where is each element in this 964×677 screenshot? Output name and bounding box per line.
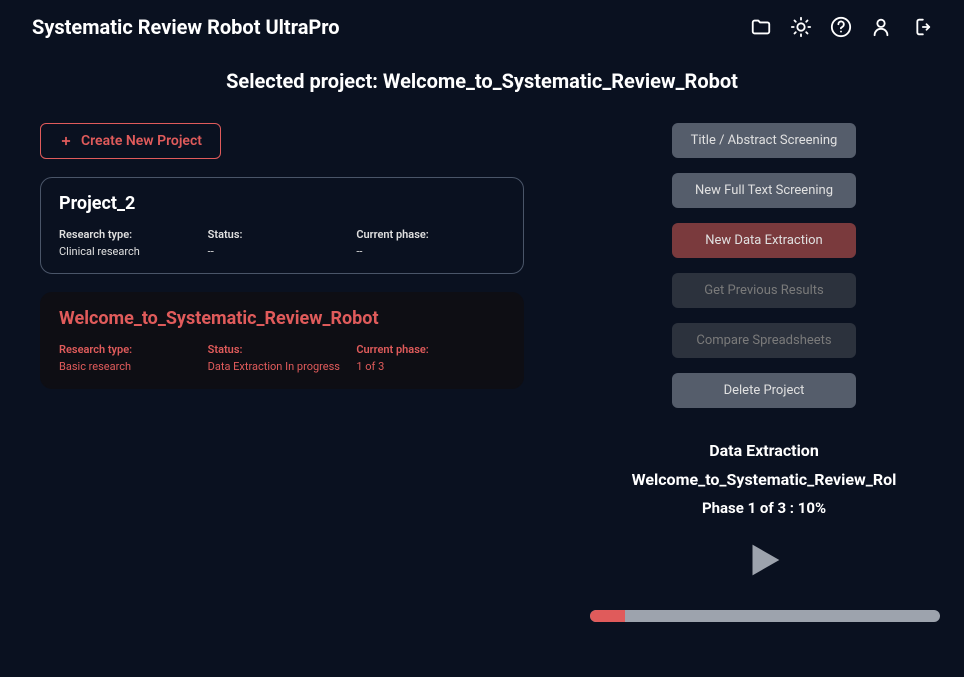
current-phase-value: 1 of 3 bbox=[356, 360, 505, 373]
progress-bar-fill bbox=[590, 610, 625, 622]
project-name: Project_2 bbox=[59, 193, 505, 214]
selected-project-prefix: Selected project: bbox=[226, 69, 383, 93]
selected-project-heading: Selected project: Welcome_to_Systematic_… bbox=[0, 69, 964, 93]
selected-project-name: Welcome_to_Systematic_Review_Robot bbox=[383, 69, 738, 93]
project-card-project-2[interactable]: Project_2 Research type: Clinical resear… bbox=[40, 177, 524, 274]
progress-bar bbox=[590, 610, 940, 622]
current-phase-value: -- bbox=[356, 245, 505, 258]
projects-column: Create New Project Project_2 Research ty… bbox=[40, 123, 524, 613]
project-card-welcome[interactable]: Welcome_to_Systematic_Review_Robot Resea… bbox=[40, 292, 524, 389]
create-project-button[interactable]: Create New Project bbox=[40, 123, 221, 159]
research-type-value: Clinical research bbox=[59, 245, 208, 258]
folder-icon[interactable] bbox=[750, 16, 772, 38]
play-icon bbox=[741, 537, 787, 583]
previous-results-button: Get Previous Results bbox=[672, 273, 856, 308]
status-value: Data Extraction In progress bbox=[208, 360, 357, 373]
research-type-label: Research type: bbox=[59, 343, 208, 356]
compare-spreadsheets-button: Compare Spreadsheets bbox=[672, 323, 856, 358]
help-icon[interactable] bbox=[830, 16, 852, 38]
create-project-label: Create New Project bbox=[81, 133, 202, 149]
current-phase-label: Current phase: bbox=[356, 343, 505, 356]
progress-bar-container bbox=[590, 610, 940, 622]
status-label: Status: bbox=[208, 343, 357, 356]
actions-column: Title / Abstract Screening New Full Text… bbox=[604, 123, 924, 613]
header-icons bbox=[750, 16, 932, 38]
research-type-value: Basic research bbox=[59, 360, 208, 373]
sun-icon[interactable] bbox=[790, 16, 812, 38]
status-title: Data Extraction bbox=[604, 441, 924, 460]
app-title: Systematic Review Robot UltraPro bbox=[32, 15, 340, 39]
research-type-label: Research type: bbox=[59, 228, 208, 241]
data-extraction-button[interactable]: New Data Extraction bbox=[672, 223, 856, 258]
delete-project-button[interactable]: Delete Project bbox=[672, 373, 856, 408]
full-text-button[interactable]: New Full Text Screening bbox=[672, 173, 856, 208]
status-section: Data Extraction Welcome_to_Systematic_Re… bbox=[604, 441, 924, 613]
play-button[interactable] bbox=[741, 537, 787, 583]
project-name: Welcome_to_Systematic_Review_Robot bbox=[59, 308, 505, 329]
logout-icon[interactable] bbox=[910, 16, 932, 38]
status-project-name: Welcome_to_Systematic_Review_Rol bbox=[604, 470, 924, 489]
user-icon[interactable] bbox=[870, 16, 892, 38]
plus-icon bbox=[59, 134, 73, 148]
status-value: -- bbox=[208, 245, 357, 258]
status-phase: Phase 1 of 3 : 10% bbox=[604, 499, 924, 517]
current-phase-label: Current phase: bbox=[356, 228, 505, 241]
status-label: Status: bbox=[208, 228, 357, 241]
title-abstract-button[interactable]: Title / Abstract Screening bbox=[672, 123, 856, 158]
